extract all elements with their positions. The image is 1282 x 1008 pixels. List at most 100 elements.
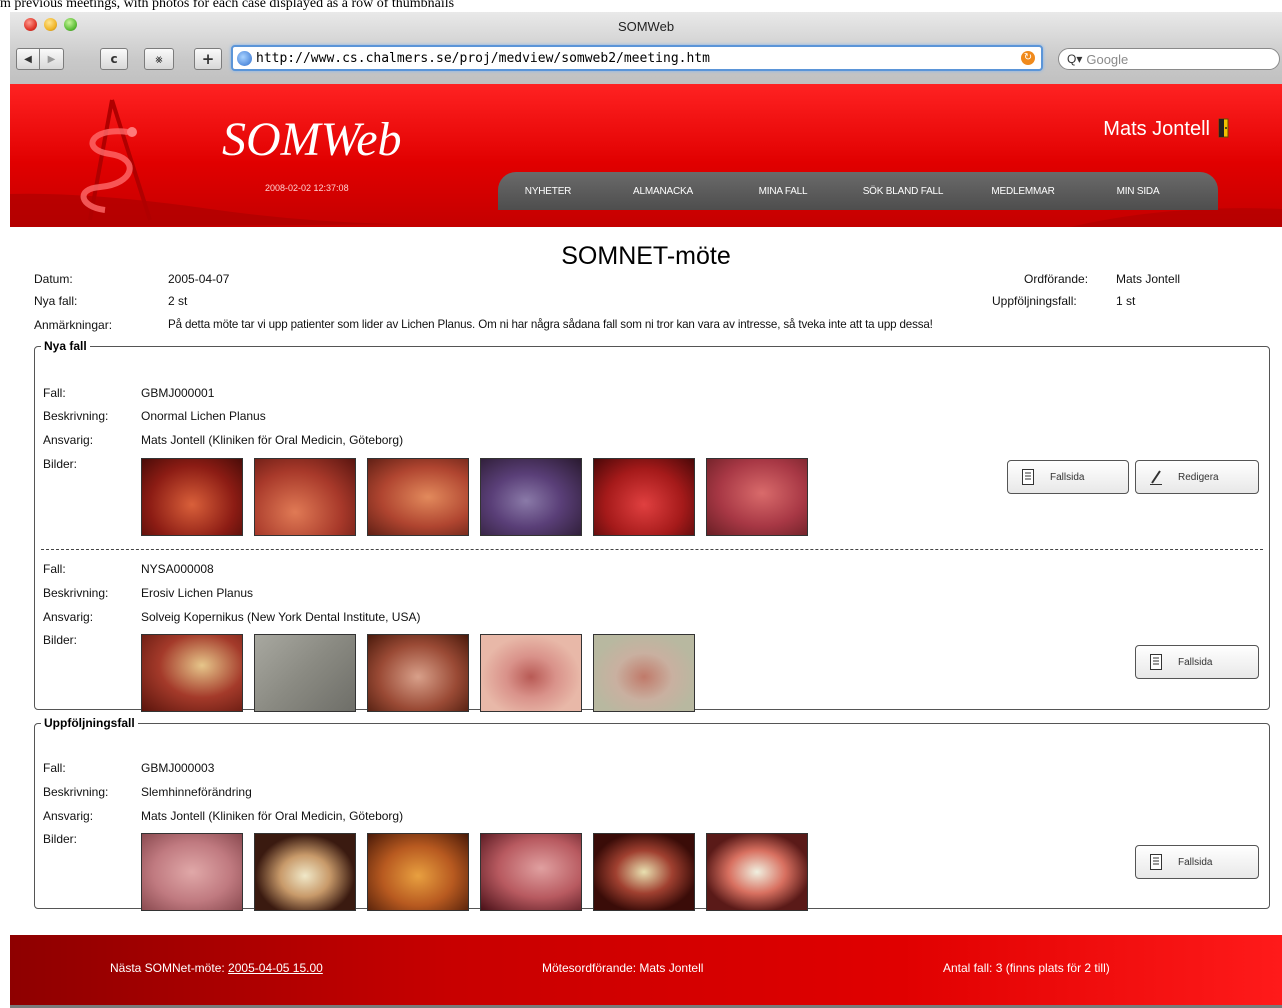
case-thumbnail[interactable]	[593, 634, 695, 712]
document-icon	[1150, 654, 1162, 670]
redigera-button[interactable]: Redigera	[1135, 460, 1259, 494]
case-thumbnail[interactable]	[706, 833, 808, 911]
beskrivning-value: Erosiv Lichen Planus	[141, 586, 254, 600]
case-thumbnail[interactable]	[254, 833, 356, 911]
site-header: SOMWeb 2008-02-02 12:37:08 Mats Jontell …	[10, 84, 1282, 227]
beskrivning-label: Beskrivning:	[43, 409, 109, 423]
bilder-label: Bilder:	[43, 633, 78, 647]
logged-in-user[interactable]: Mats Jontell	[1103, 118, 1210, 141]
nya-fall-section: Nya fall Fall: GBMJ000001 Beskrivning: O…	[34, 339, 1270, 712]
ansvarig-label: Ansvarig:	[43, 809, 94, 823]
beskrivning-label: Beskrivning:	[43, 586, 109, 600]
case-thumbnail[interactable]	[480, 833, 582, 911]
back-forward-group: ◀ ▶	[16, 48, 64, 70]
fallsida-label: Fallsida	[1050, 471, 1085, 483]
caduceus-logo	[80, 99, 152, 221]
fall-id: NYSA000008	[141, 562, 214, 576]
fall-label: Fall:	[43, 562, 66, 576]
case-thumbnail[interactable]	[480, 634, 582, 712]
case-thumbnail[interactable]	[141, 833, 243, 911]
main-nav: NYHETER ALMANACKA MINA FALL SÖK BLAND FA…	[498, 172, 1218, 210]
case-thumbnail[interactable]	[367, 634, 469, 712]
fall-label: Fall:	[43, 386, 66, 400]
fallsida-button[interactable]: Fallsida	[1135, 845, 1259, 879]
case-thumbnail[interactable]	[480, 458, 582, 536]
fallsida-label: Fallsida	[1178, 656, 1213, 668]
nav-nyheter[interactable]: NYHETER	[498, 186, 598, 197]
add-bookmark-button[interactable]: +	[194, 48, 222, 70]
window-title: SOMWeb	[617, 19, 675, 34]
ansvarig-label: Ansvarig:	[43, 610, 94, 624]
beskrivning-label: Beskrivning:	[43, 785, 109, 799]
ansvarig-value: Solveig Kopernikus (New York Dental Inst…	[141, 610, 421, 624]
value-nya-fall: 2 st	[168, 294, 188, 308]
value-uppfoljningsfall: 1 st	[1116, 294, 1136, 308]
nav-almanacka[interactable]: ALMANACKA	[598, 186, 728, 197]
case-thumbnail[interactable]	[141, 458, 243, 536]
search-placeholder: Google	[1086, 51, 1129, 67]
meeting-chair: Mötesordförande: Mats Jontell	[542, 961, 704, 975]
fallsida-button[interactable]: Fallsida	[1007, 460, 1129, 494]
next-meeting: Nästa SOMNet-möte: 2005-04-05 15.00	[110, 961, 323, 975]
globe-icon	[237, 50, 252, 66]
value-ordforande: Mats Jontell	[1116, 272, 1181, 286]
fallsida-label: Fallsida	[1178, 856, 1213, 868]
search-icon[interactable]: Q▾	[1067, 52, 1082, 66]
label-nya-fall: Nya fall:	[34, 294, 78, 308]
ansvarig-label: Ansvarig:	[43, 433, 94, 447]
case-divider	[41, 549, 1263, 550]
logout-icon[interactable]	[1216, 118, 1230, 138]
page-title: SOMNET-möte	[561, 242, 731, 270]
nav-min-sida[interactable]: MIN SIDA	[1078, 186, 1198, 197]
server-datetime: 2008-02-02 12:37:08	[265, 183, 349, 193]
reload-button[interactable]: c	[100, 48, 128, 70]
document-icon	[1150, 854, 1162, 870]
pencil-icon	[1150, 470, 1162, 485]
site-footer: Nästa SOMNet-möte: 2005-04-05 15.00 Möte…	[10, 935, 1282, 1005]
bilder-label: Bilder:	[43, 832, 78, 846]
uppfoljningsfall-legend: Uppföljningsfall	[44, 716, 135, 730]
label-anmarkningar: Anmärkningar:	[34, 318, 113, 332]
case-thumbnail[interactable]	[367, 458, 469, 536]
beskrivning-value: Slemhinneförändring	[141, 785, 252, 799]
browser-window: SOMWeb ◀ ▶ c ⨳ + http://www.cs.chalmers.…	[10, 12, 1282, 1008]
forward-button[interactable]: ▶	[40, 48, 64, 70]
uppfoljningsfall-section: Uppföljningsfall Fall: GBMJ000003 Beskri…	[34, 716, 1270, 911]
rss-icon[interactable]: ↻	[1021, 51, 1035, 65]
nav-medlemmar[interactable]: MEDLEMMAR	[968, 186, 1078, 197]
case-thumbnail[interactable]	[593, 458, 695, 536]
document-icon	[1022, 469, 1034, 485]
label-ordforande: Ordförande:	[1024, 272, 1089, 286]
case-thumbnail[interactable]	[254, 458, 356, 536]
case-thumbnail[interactable]	[593, 833, 695, 911]
fallsida-button[interactable]: Fallsida	[1135, 645, 1259, 679]
case-thumbnail[interactable]	[706, 458, 808, 536]
address-bar[interactable]: http://www.cs.chalmers.se/proj/medview/s…	[231, 45, 1043, 71]
fall-label: Fall:	[43, 761, 66, 775]
browser-toolbar: SOMWeb ◀ ▶ c ⨳ + http://www.cs.chalmers.…	[10, 12, 1282, 93]
snapback-button[interactable]: ⨳	[144, 48, 174, 70]
next-meeting-link[interactable]: 2005-04-05 15.00	[228, 961, 323, 975]
case-thumbnail[interactable]	[141, 634, 243, 712]
back-button[interactable]: ◀	[16, 48, 40, 70]
value-anmarkningar: På detta möte tar vi upp patienter som l…	[168, 318, 933, 331]
url-text[interactable]: http://www.cs.chalmers.se/proj/medview/s…	[256, 51, 710, 66]
next-meeting-label: Nästa SOMNet-möte:	[110, 961, 225, 975]
nya-fall-legend: Nya fall	[44, 339, 87, 353]
search-field[interactable]: Q▾ Google	[1058, 48, 1280, 70]
value-datum: 2005-04-07	[168, 272, 230, 286]
nav-sok-bland-fall[interactable]: SÖK BLAND FALL	[838, 186, 968, 197]
label-uppfoljningsfall: Uppföljningsfall:	[992, 294, 1077, 308]
ansvarig-value: Mats Jontell (Kliniken för Oral Medicin,…	[141, 809, 404, 823]
case-thumbnail[interactable]	[254, 634, 356, 712]
site-logo-text[interactable]: SOMWeb	[222, 112, 402, 167]
fall-id: GBMJ000001	[141, 386, 215, 400]
beskrivning-value: Onormal Lichen Planus	[141, 409, 266, 423]
bilder-label: Bilder:	[43, 457, 78, 471]
nav-mina-fall[interactable]: MINA FALL	[728, 186, 838, 197]
figure-caption: m previous meetings, with photos for eac…	[0, 0, 455, 11]
fall-id: GBMJ000003	[141, 761, 215, 775]
case-thumbnail[interactable]	[367, 833, 469, 911]
label-datum: Datum:	[34, 272, 73, 286]
redigera-label: Redigera	[1178, 471, 1219, 483]
